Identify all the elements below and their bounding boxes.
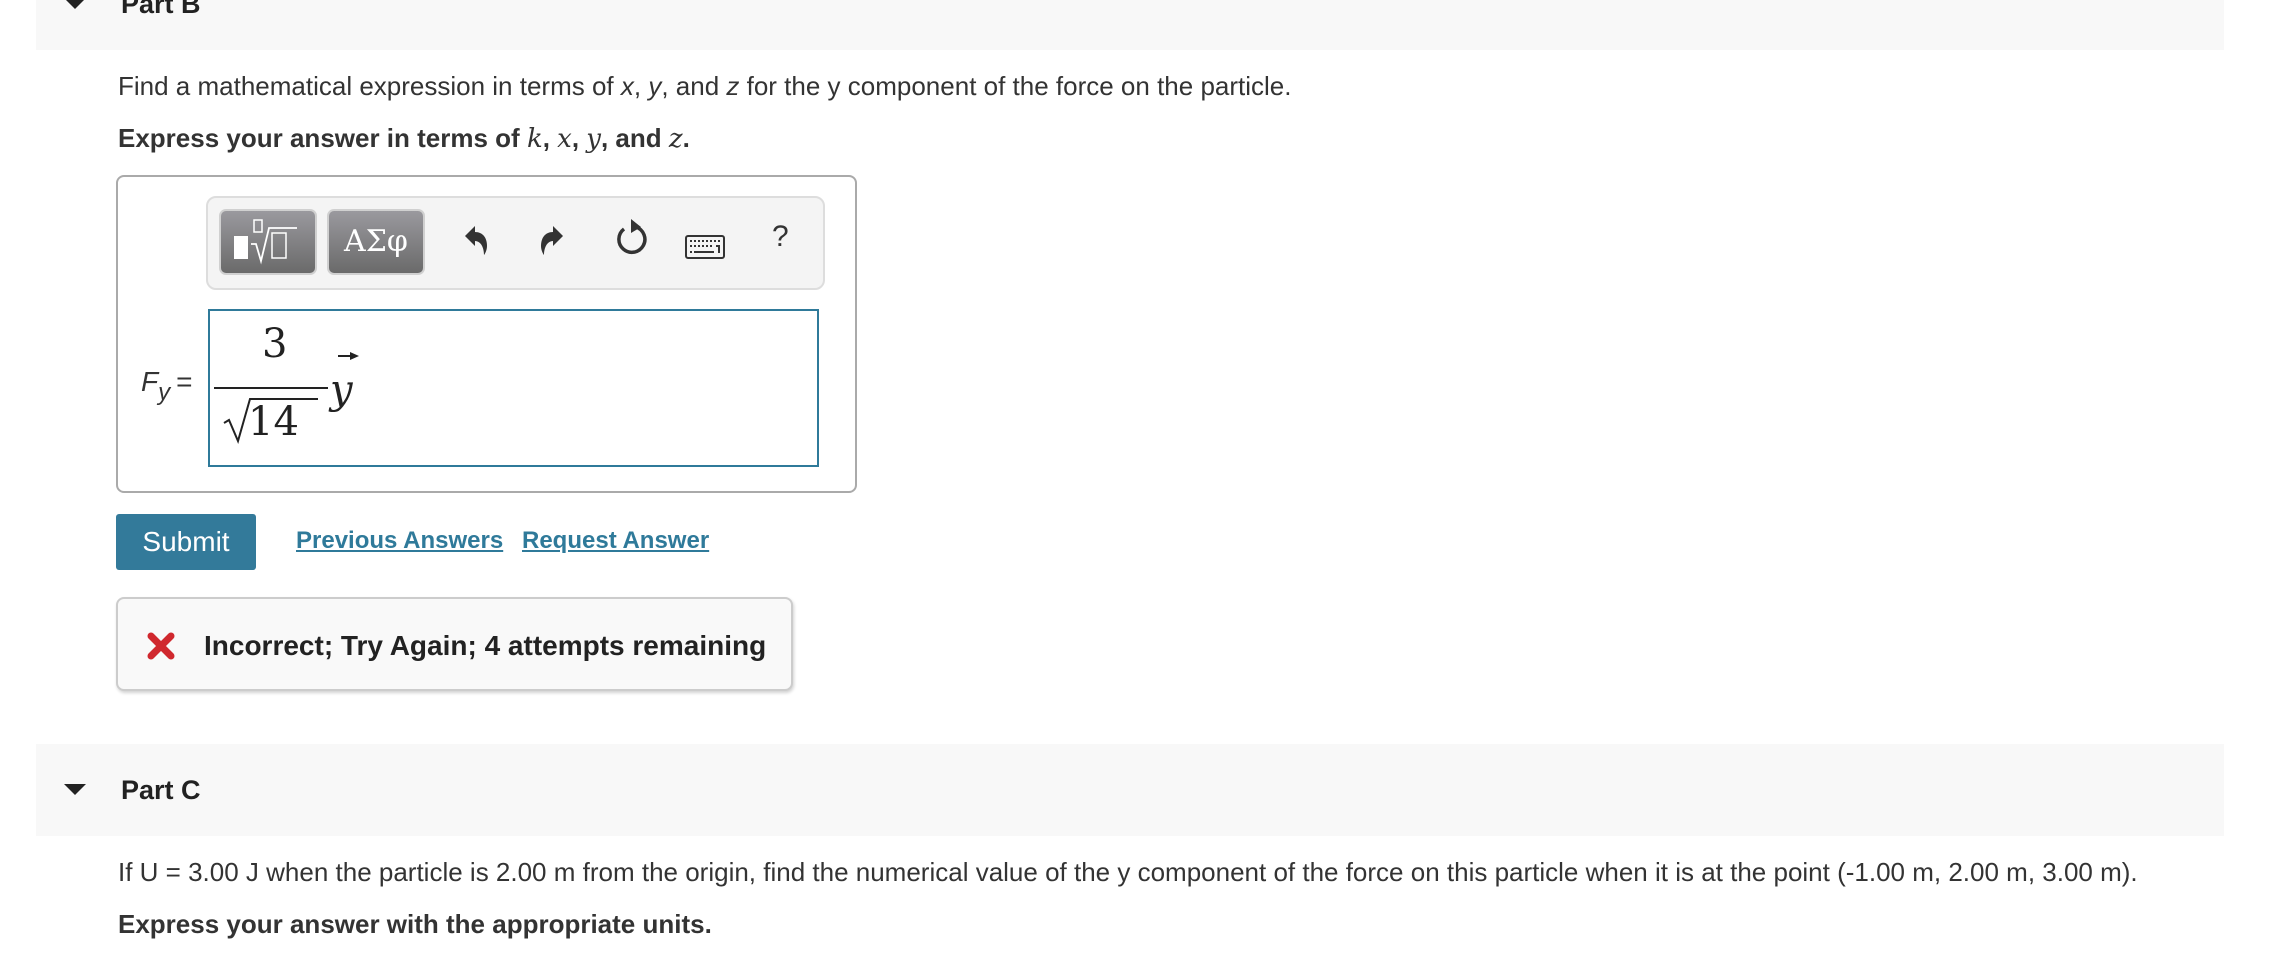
part-b-title: Part B xyxy=(121,0,201,19)
previous-answers-link[interactable]: Previous Answers xyxy=(296,527,503,555)
undo-icon[interactable] xyxy=(463,224,489,256)
part-b-instruction: Express your answer in terms of k, x, y,… xyxy=(118,123,690,154)
x-mark-icon xyxy=(147,632,175,660)
radicand: 14 xyxy=(248,399,299,445)
vector-arrow-icon xyxy=(338,352,359,360)
reset-icon[interactable] xyxy=(614,218,650,258)
feedback-text: Incorrect; Try Again; 4 attempts remaini… xyxy=(204,630,767,661)
part-c-question: If U = 3.00 J when the particle is 2.00 … xyxy=(118,857,2138,887)
collapse-chevron-icon[interactable] xyxy=(64,0,86,9)
feedback-message-box: Incorrect; Try Again; 4 attempts remaini… xyxy=(116,597,793,691)
request-answer-link[interactable]: Request Answer xyxy=(522,527,709,555)
help-button[interactable]: ? xyxy=(772,220,789,254)
part-b-header[interactable]: Part B xyxy=(36,0,2224,50)
keyboard-icon[interactable] xyxy=(685,235,725,260)
answer-input[interactable]: 3 14 y xyxy=(208,309,819,467)
math-toolbar: ΑΣφ ? xyxy=(206,196,825,290)
symbols-button[interactable]: ΑΣφ xyxy=(327,209,425,275)
vector-variable: y xyxy=(330,367,353,413)
fraction-numerator: 3 xyxy=(262,321,288,367)
part-c-title: Part C xyxy=(121,775,201,805)
templates-button[interactable] xyxy=(219,209,317,275)
part-c-instruction: Express your answer with the appropriate… xyxy=(118,909,712,939)
fraction-bar xyxy=(214,387,328,389)
redo-icon[interactable] xyxy=(539,224,565,256)
part-b-question: Find a mathematical expression in terms … xyxy=(118,71,1292,101)
collapse-chevron-icon[interactable] xyxy=(64,784,86,795)
submit-button[interactable]: Submit xyxy=(116,514,256,570)
templates-radical-icon xyxy=(234,219,297,265)
part-c-header[interactable]: Part C xyxy=(36,744,2224,836)
answer-label: Fy = xyxy=(141,366,193,406)
